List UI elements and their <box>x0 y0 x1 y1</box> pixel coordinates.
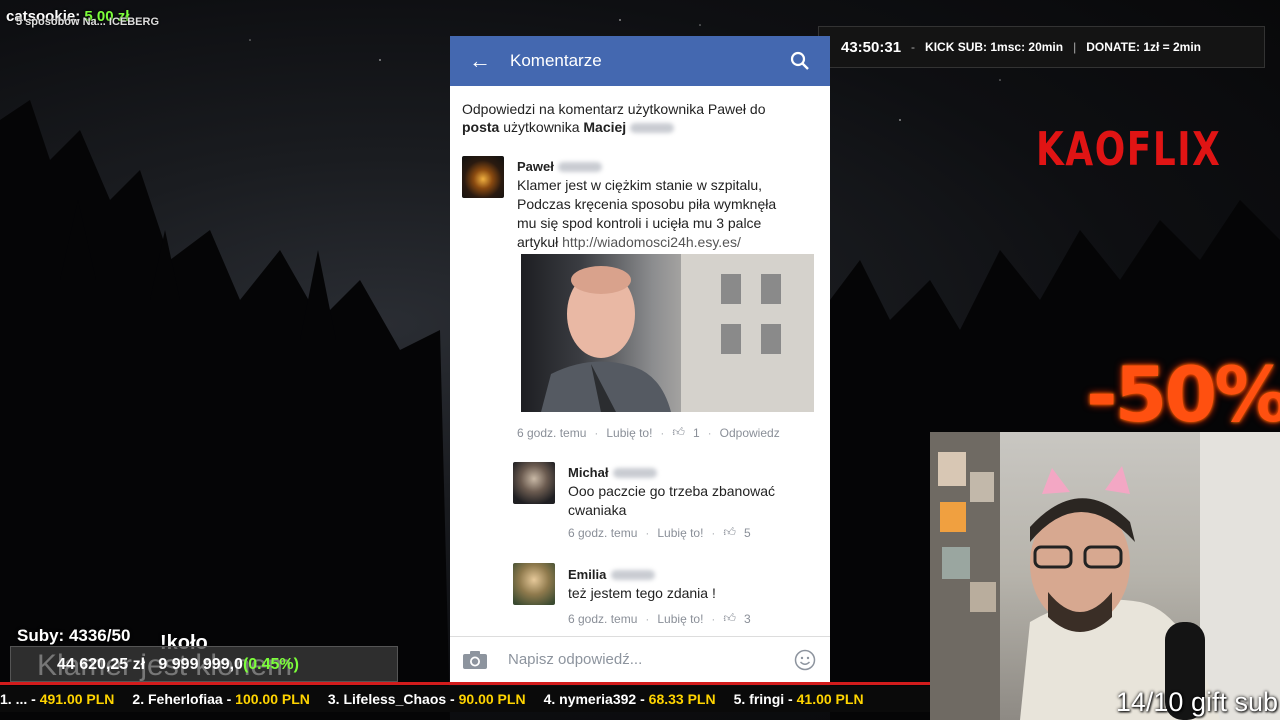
ticker-item: 4. nymeria392 - 68.33 PLN <box>543 691 716 707</box>
ticker-item: 1. ... - 491.00 PLN <box>0 691 115 707</box>
sub-counter: Suby: 4336/50 <box>17 626 131 645</box>
like-count: 1 <box>692 425 700 440</box>
goal-amounts: 44 620,25 zł 9 999 999,0(0.45%) <box>57 656 299 674</box>
goal-current: 44 620,25 zł <box>57 656 146 673</box>
search-icon[interactable] <box>770 51 830 71</box>
like-button[interactable]: Lubię to! <box>657 612 703 626</box>
commenter-name[interactable]: Michał <box>568 465 608 480</box>
reply-composer: Napisz odpowiedź... <box>450 636 830 682</box>
comment-michal: Michał Ooo paczcie go trzeba zbanować cw… <box>568 464 818 520</box>
comment-line: mu się spod kontroli i ucięła mu 3 palce <box>517 215 762 231</box>
comment-line: artykuł <box>517 234 563 250</box>
like-button[interactable]: Lubię to! <box>606 426 652 440</box>
ticker-amount: 41.00 PLN <box>796 691 864 707</box>
ticker-donor: Feherlofiaa <box>148 691 223 707</box>
like-count: 5 <box>743 525 751 540</box>
context-mid: użytkownika <box>499 119 584 135</box>
ticker-rank: 1 <box>0 691 8 707</box>
facebook-comments-screenshot: ← Komentarze Odpowiedzi na komentarz uży… <box>450 36 830 682</box>
comment-time: 6 godz. temu <box>568 525 638 540</box>
ticker-donor: Lifeless_Chaos <box>343 691 447 707</box>
donate-rate: DONATE: 1zł = 2min <box>1086 40 1202 54</box>
ticker-item: 2. Feherlofiaa - 100.00 PLN <box>132 691 310 707</box>
reply-button[interactable]: Odpowiedz <box>720 426 780 440</box>
comment-line: Podczas kręcenia sposobu piła wymknęła <box>517 196 777 212</box>
ticker-amount: 90.00 PLN <box>458 691 526 707</box>
comment-meta: 6 godz. temu · Lubię to! · 👍︎ 5 <box>568 525 751 540</box>
ticker-donor: ... <box>15 691 28 707</box>
ticker-amount: 68.33 PLN <box>648 691 716 707</box>
ticker-donor: nymeria392 <box>559 691 637 707</box>
facebook-header: ← Komentarze <box>450 36 830 86</box>
comment-meta: 6 godz. temu · Lubię to! · 👍︎ 1 · Odpowi… <box>517 425 780 440</box>
comment-pawel: Paweł Klamer jest w ciężkim stanie w szp… <box>517 158 817 252</box>
ticker-amount: 491.00 PLN <box>39 691 115 707</box>
latest-donation: 5 sposobów Na... ICEBERG catsookie: 5.00… <box>6 8 159 28</box>
comment-time: 6 godz. temu <box>517 425 587 440</box>
blurred-surname <box>610 569 655 580</box>
streamer-webcam: 14/10 gift sub <box>930 432 1280 720</box>
comment-line: Ooo paczcie go trzeba zbanować <box>568 483 776 499</box>
ticker-item: 5. fringi - 41.00 PLN <box>733 691 864 707</box>
ticker-divider <box>0 682 930 685</box>
ticker-item: 3. Lifeless_Chaos - 90.00 PLN <box>327 691 526 707</box>
comment-text: Klamer jest w ciężkim stanie w szpitalu,… <box>517 176 817 252</box>
kick-sub-rate: KICK SUB: 1msc: 20min <box>925 40 1064 54</box>
avatar[interactable] <box>513 563 555 605</box>
commenter-name[interactable]: Paweł <box>517 159 554 174</box>
webcam-image <box>930 432 1280 720</box>
blurred-surname <box>630 123 675 134</box>
avatar[interactable] <box>462 156 504 198</box>
post-author[interactable]: Maciej <box>583 119 626 135</box>
comment-meta: 6 godz. temu · Lubię to! · 👍︎ 3 <box>568 611 751 626</box>
like-button[interactable]: Lubię to! <box>657 526 703 540</box>
discount-badge: -50% <box>1086 350 1280 439</box>
comment-line: też jestem tego zdania ! <box>568 585 716 601</box>
subathon-timer: 43:50:31 <box>841 38 902 56</box>
smiley-icon[interactable] <box>794 649 816 671</box>
ghost-title: 5 sposobów Na... ICEBERG <box>16 16 160 28</box>
blurred-surname <box>612 467 657 478</box>
donation-goal: Klamer jest klonem 44 620,25 zł 9 999 99… <box>10 646 398 682</box>
thumbs-up-icon: 👍︎ <box>723 611 736 625</box>
top-donors-ticker: 1. ... - 491.00 PLN 2. Feherlofiaa - 100.… <box>0 686 930 712</box>
comment-line: Klamer jest w ciężkim stanie w szpitalu, <box>517 177 763 193</box>
camera-icon[interactable] <box>462 650 488 670</box>
reply-input[interactable]: Napisz odpowiedź... <box>508 651 794 668</box>
arrow-left-icon[interactable]: ← <box>450 48 510 74</box>
comment-time: 6 godz. temu <box>568 611 638 626</box>
header-title: Komentarze <box>510 51 602 70</box>
comment-text: Ooo paczcie go trzeba zbanować cwaniaka <box>568 482 818 520</box>
blurred-surname <box>558 161 603 172</box>
goal-target: 9 999 999,0 <box>158 656 243 673</box>
reply-context: Odpowiedzi na komentarz użytkownika Pawe… <box>450 86 830 144</box>
avatar[interactable] <box>513 462 555 504</box>
post-word[interactable]: posta <box>462 119 499 135</box>
link-preview-image[interactable] <box>521 254 814 412</box>
stream-frame: 5 sposobów Na... ICEBERG catsookie: 5.00… <box>0 0 1280 720</box>
ticker-donor: fringi <box>749 691 785 707</box>
ticker-rank: 3 <box>327 691 336 707</box>
ticker-rank: 5 <box>733 691 742 707</box>
thumbs-up-icon: 👍︎ <box>723 525 736 539</box>
thumbs-up-icon: 👍︎ <box>672 425 685 439</box>
commenter-name[interactable]: Emilia <box>568 567 606 582</box>
separator: | <box>1073 40 1077 54</box>
gift-sub-counter: 14/10 gift sub <box>1115 687 1278 717</box>
ticker-amount: 100.00 PLN <box>235 691 310 707</box>
ticker-rank: 4 <box>543 691 552 707</box>
article-link[interactable]: http://wiadomosci24h.esy.es/ <box>562 234 741 250</box>
kaoflix-logo: KAOFLIX <box>1036 122 1222 176</box>
goal-percent: (0.45%) <box>242 656 299 673</box>
comment-emilia: Emilia też jestem tego zdania ! <box>568 566 818 603</box>
separator: - <box>911 40 916 54</box>
ticker-rank: 2 <box>132 691 141 707</box>
context-text: Odpowiedzi na komentarz użytkownika Pawe… <box>462 101 766 117</box>
like-count: 3 <box>743 611 751 626</box>
subathon-info-bar: 43:50:31 - KICK SUB: 1msc: 20min | DONAT… <box>818 26 1265 68</box>
comment-text: też jestem tego zdania ! <box>568 584 818 603</box>
comment-line: cwaniaka <box>568 502 627 518</box>
